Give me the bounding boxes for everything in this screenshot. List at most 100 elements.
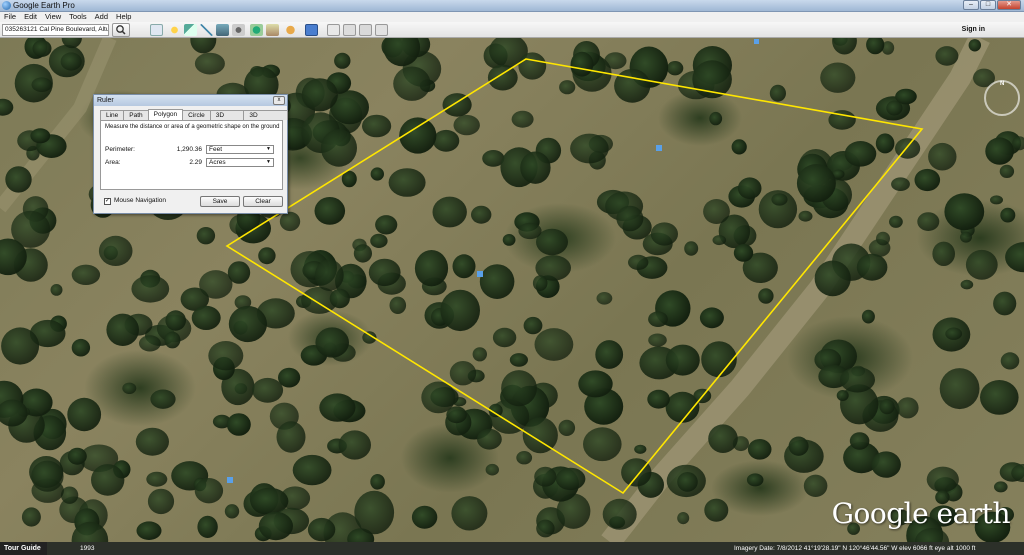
menu-file[interactable]: File (0, 12, 20, 22)
tree-canopy (861, 309, 875, 324)
menu-edit[interactable]: Edit (20, 12, 41, 22)
placemark-icon[interactable] (227, 477, 233, 483)
tree-canopy (648, 311, 668, 328)
print-icon[interactable] (343, 24, 356, 36)
tree-canopy (621, 458, 652, 487)
tree-canopy (502, 234, 516, 246)
tree-canopy (733, 244, 754, 262)
perimeter-unit-select[interactable]: Feet ▼ (206, 145, 274, 154)
tree-canopy (208, 341, 244, 371)
tree-canopy (393, 66, 431, 101)
tree-canopy (876, 231, 890, 246)
tree-canopy (518, 52, 547, 80)
tree-canopy (1000, 352, 1020, 370)
navigation-compass[interactable]: N (984, 80, 1020, 116)
tree-canopy (534, 328, 574, 361)
add-path-icon[interactable] (200, 24, 213, 36)
tree-canopy (886, 100, 903, 116)
menu-tools[interactable]: Tools (65, 12, 91, 22)
tree-canopy (875, 133, 895, 154)
tree-canopy (709, 111, 723, 126)
tree-canopy (98, 235, 133, 266)
email-icon[interactable] (327, 24, 340, 36)
tree-canopy (708, 424, 738, 454)
hide-sidebar-icon[interactable] (150, 24, 163, 36)
tree-canopy (704, 498, 729, 522)
menu-help[interactable]: Help (112, 12, 135, 22)
tree-canopy (628, 254, 649, 270)
tree-canopy (314, 197, 346, 225)
tree-canopy (944, 193, 985, 231)
tree-canopy (523, 316, 543, 335)
save-image-icon[interactable] (359, 24, 372, 36)
sunlight-icon[interactable] (266, 24, 279, 36)
tree-canopy (67, 447, 87, 465)
tree-canopy (21, 507, 41, 527)
tab-3d-polygon[interactable]: 3D polygon (243, 110, 288, 129)
placemark-icon[interactable] (477, 271, 483, 277)
tree-canopy (935, 46, 959, 66)
tree-canopy (731, 139, 747, 155)
mouse-navigation-checkbox[interactable]: ✓ (104, 198, 111, 205)
tree-canopy (421, 381, 456, 414)
tree-canopy (370, 167, 384, 181)
tree-canopy (926, 466, 959, 493)
tab-3d-path[interactable]: 3D path (209, 110, 245, 129)
tree-canopy (432, 129, 460, 152)
tree-canopy (614, 68, 651, 103)
tree-canopy (677, 472, 698, 492)
tree-canopy (314, 259, 344, 291)
minimize-button[interactable]: – (963, 0, 979, 10)
ruler-icon[interactable] (305, 24, 318, 36)
perimeter-label: Perimeter: (105, 146, 135, 153)
tree-canopy (370, 474, 385, 490)
historical-imagery-icon[interactable] (250, 24, 263, 36)
tree-canopy (375, 215, 398, 235)
tree-canopy (583, 427, 622, 462)
search-button[interactable] (112, 23, 130, 37)
area-unit-select[interactable]: Acres ▼ (206, 158, 274, 167)
tree-canopy (440, 289, 481, 332)
record-tour-icon[interactable] (232, 24, 245, 36)
tree-canopy (891, 177, 910, 191)
ruler-dialog: Ruler x Line Path Polygon Circle 3D path… (93, 94, 288, 214)
add-overlay-icon[interactable] (216, 24, 229, 36)
ruler-close-button[interactable]: x (273, 96, 285, 105)
tree-canopy (32, 40, 52, 57)
close-button[interactable]: ✕ (997, 0, 1021, 10)
planets-icon[interactable] (284, 24, 297, 36)
tree-canopy (836, 390, 849, 401)
tree-canopy (122, 382, 137, 394)
view-in-maps-icon[interactable] (375, 24, 388, 36)
tree-canopy (276, 421, 306, 453)
maximize-button[interactable]: □ (980, 0, 996, 10)
clear-button[interactable]: Clear (243, 196, 283, 207)
tree-canopy (616, 205, 644, 232)
tree-canopy (131, 275, 170, 303)
tree-canopy (844, 141, 877, 167)
sign-in-button[interactable]: Sign in (940, 23, 1020, 37)
tab-circle[interactable]: Circle (182, 110, 211, 120)
tree-canopy (994, 481, 1008, 493)
tree-canopy (832, 38, 857, 55)
tree-canopy (5, 166, 32, 193)
tree-canopy (520, 151, 551, 184)
add-polygon-icon[interactable] (184, 24, 197, 36)
search-input[interactable]: 035263121 Cal Pine Boulevard, Alturas, (2, 24, 109, 36)
add-placemark-icon[interactable] (168, 24, 181, 36)
tour-guide-button[interactable]: Tour Guide (0, 542, 47, 555)
tab-polygon[interactable]: Polygon (147, 109, 184, 120)
save-button[interactable]: Save (200, 196, 240, 207)
tab-path[interactable]: Path (123, 110, 149, 120)
ruler-title: Ruler (94, 95, 287, 106)
menu-view[interactable]: View (41, 12, 65, 22)
tree-canopy (453, 114, 480, 136)
menu-add[interactable]: Add (91, 12, 112, 22)
tree-canopy (279, 211, 301, 232)
tab-line[interactable]: Line (100, 110, 125, 120)
placemark-icon[interactable] (754, 39, 759, 44)
tree-canopy (329, 288, 350, 309)
tree-canopy (258, 511, 293, 541)
placemark-icon[interactable] (656, 145, 662, 151)
tree-canopy (532, 275, 548, 291)
